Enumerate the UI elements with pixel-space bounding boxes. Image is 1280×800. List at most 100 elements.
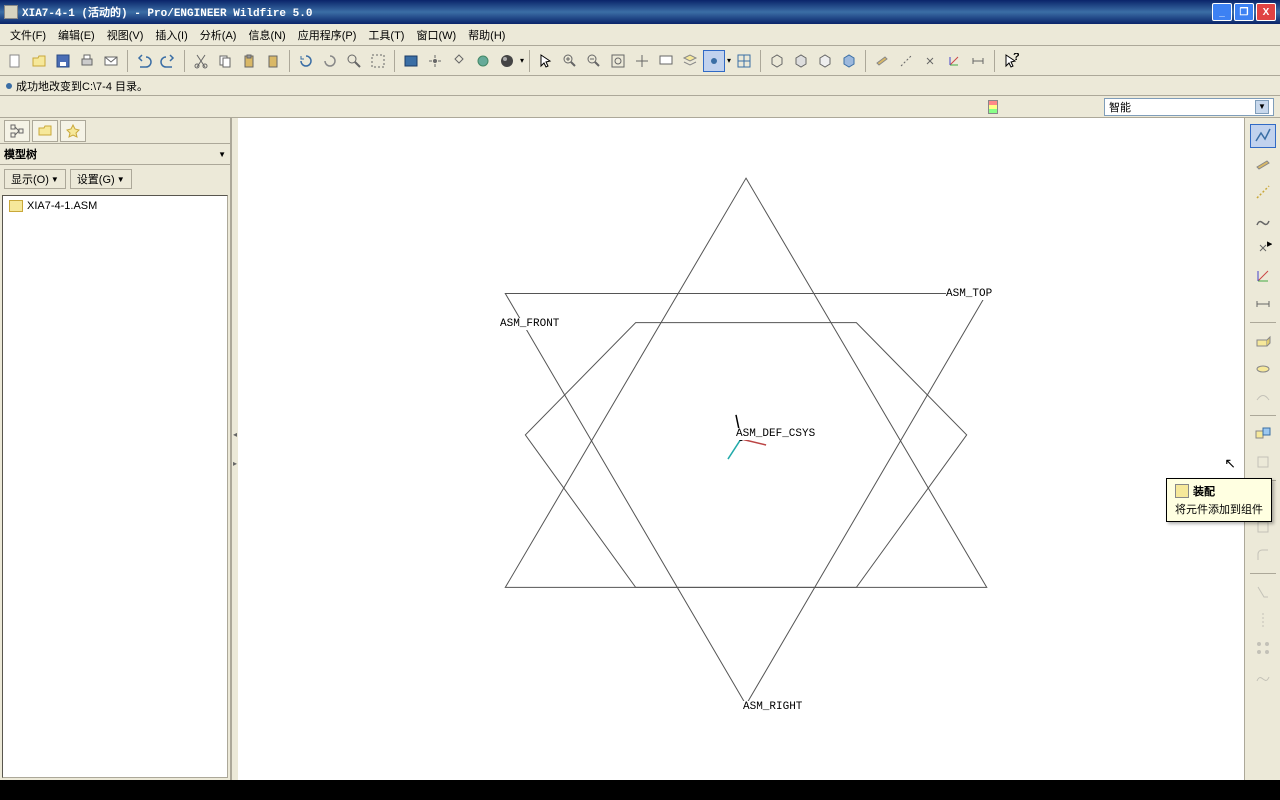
- point-tool[interactable]: ▸: [1250, 236, 1276, 260]
- zoomin-button[interactable]: [559, 50, 581, 72]
- curve-tool[interactable]: [1250, 208, 1276, 232]
- sketch-line-tool[interactable]: [1250, 124, 1276, 148]
- dispmode-button[interactable]: [703, 50, 725, 72]
- tree-tab[interactable]: [4, 120, 30, 142]
- menu-insert[interactable]: 插入(I): [149, 25, 193, 45]
- sweep-tool: [1250, 385, 1276, 409]
- print-button[interactable]: [76, 50, 98, 72]
- regen-button[interactable]: [295, 50, 317, 72]
- axis-tool[interactable]: [1250, 180, 1276, 204]
- graphics-canvas[interactable]: ASM_TOP ASM_FRONT ASM_RIGHT ASM_DEF_CSYS: [238, 118, 1244, 780]
- settings-button[interactable]: 设置(G)▼: [70, 169, 132, 189]
- selector-row: 智能 ▼: [0, 96, 1280, 118]
- revolve-tool[interactable]: [1250, 357, 1276, 381]
- datum-csys-button[interactable]: [943, 50, 965, 72]
- draft-tool: [1250, 580, 1276, 604]
- maximize-button[interactable]: ❐: [1234, 3, 1254, 21]
- open-button[interactable]: [28, 50, 50, 72]
- main-area: 模型树 ▼ 显示(O)▼ 设置(G)▼ XIA7-4-1.ASM ◂ ▸: [0, 118, 1280, 780]
- menu-analysis[interactable]: 分析(A): [194, 25, 243, 45]
- main-toolbar: ▾ ▾ ?: [0, 46, 1280, 76]
- panel-tabs: [0, 118, 230, 144]
- sketch-tool[interactable]: [1250, 292, 1276, 316]
- csys-tool[interactable]: [1250, 264, 1276, 288]
- hidden-button[interactable]: [790, 50, 812, 72]
- minimize-button[interactable]: _: [1212, 3, 1232, 21]
- tree-item-label: XIA7-4-1.ASM: [27, 200, 97, 212]
- help-button[interactable]: ?: [1000, 50, 1022, 72]
- filter-selector[interactable]: 智能 ▼: [1104, 98, 1274, 116]
- traffic-light-icon: [988, 100, 998, 114]
- menu-tools[interactable]: 工具(T): [362, 25, 410, 45]
- model-tree[interactable]: XIA7-4-1.ASM: [2, 195, 228, 778]
- status-dot-icon: [6, 83, 12, 89]
- tooltip: 装配 将元件添加到组件: [1166, 478, 1272, 522]
- mirror-tool: [1250, 608, 1276, 632]
- copy-button[interactable]: [214, 50, 236, 72]
- zoomfit-button[interactable]: [607, 50, 629, 72]
- paste-special-button[interactable]: [262, 50, 284, 72]
- save-button[interactable]: [52, 50, 74, 72]
- cut-button[interactable]: [190, 50, 212, 72]
- nohidden-button[interactable]: [814, 50, 836, 72]
- shaded-button[interactable]: [838, 50, 860, 72]
- extrude-tool[interactable]: [1250, 329, 1276, 353]
- tree-header: 模型树 ▼: [0, 144, 230, 165]
- plane-tool[interactable]: [1250, 152, 1276, 176]
- annot-button[interactable]: [967, 50, 989, 72]
- model-svg: [238, 118, 1244, 780]
- label-csys: ASM_DEF_CSYS: [736, 428, 815, 440]
- tree-root-item[interactable]: XIA7-4-1.ASM: [3, 196, 227, 216]
- label-top: ASM_TOP: [946, 288, 992, 300]
- redo-button[interactable]: [157, 50, 179, 72]
- env-button[interactable]: [472, 50, 494, 72]
- label-front: ASM_FRONT: [500, 318, 559, 330]
- tree-header-dropdown[interactable]: ▼: [218, 150, 226, 159]
- grip-icon: ▸: [233, 459, 237, 468]
- regen2-button[interactable]: [319, 50, 341, 72]
- savedview-button[interactable]: [655, 50, 677, 72]
- undo-button[interactable]: [133, 50, 155, 72]
- shade-button[interactable]: [496, 50, 518, 72]
- tooltip-title: 装配: [1193, 483, 1215, 499]
- window-controls: _ ❐ X: [1212, 3, 1276, 21]
- round-tool: [1250, 543, 1276, 567]
- layers-button[interactable]: [679, 50, 701, 72]
- datum-axis-button[interactable]: [895, 50, 917, 72]
- tree-title: 模型树: [4, 146, 37, 162]
- blend-tool: [1250, 664, 1276, 688]
- menu-help[interactable]: 帮助(H): [462, 25, 511, 45]
- dropdown-icon: ▼: [1255, 100, 1269, 114]
- show-button[interactable]: 显示(O)▼: [4, 169, 66, 189]
- selbox-button[interactable]: [367, 50, 389, 72]
- zoomout-button[interactable]: [583, 50, 605, 72]
- menu-file[interactable]: 文件(F): [4, 25, 52, 45]
- refit-button[interactable]: [631, 50, 653, 72]
- datum-point-button[interactable]: [919, 50, 941, 72]
- menu-edit[interactable]: 编辑(E): [52, 25, 101, 45]
- datum-plane-button[interactable]: [871, 50, 893, 72]
- menu-view[interactable]: 视图(V): [101, 25, 150, 45]
- create-tool: [1250, 450, 1276, 474]
- left-panel: 模型树 ▼ 显示(O)▼ 设置(G)▼ XIA7-4-1.ASM: [0, 118, 232, 780]
- layer-button[interactable]: [400, 50, 422, 72]
- filter-value: 智能: [1109, 99, 1131, 115]
- folder-tab[interactable]: [32, 120, 58, 142]
- fav-tab[interactable]: [60, 120, 86, 142]
- menu-app[interactable]: 应用程序(P): [292, 25, 363, 45]
- menu-info[interactable]: 信息(N): [242, 25, 291, 45]
- wireframe-button[interactable]: [766, 50, 788, 72]
- footer: [0, 780, 1280, 800]
- assemble-tool[interactable]: [1250, 422, 1276, 446]
- grid-button[interactable]: [733, 50, 755, 72]
- spin-button[interactable]: [424, 50, 446, 72]
- pointer-button[interactable]: [535, 50, 557, 72]
- close-button[interactable]: X: [1256, 3, 1276, 21]
- new-button[interactable]: [4, 50, 26, 72]
- mail-button[interactable]: [100, 50, 122, 72]
- orient-button[interactable]: [448, 50, 470, 72]
- right-toolbar: ▸: [1244, 118, 1280, 780]
- find-button[interactable]: [343, 50, 365, 72]
- paste-button[interactable]: [238, 50, 260, 72]
- menu-window[interactable]: 窗口(W): [410, 25, 462, 45]
